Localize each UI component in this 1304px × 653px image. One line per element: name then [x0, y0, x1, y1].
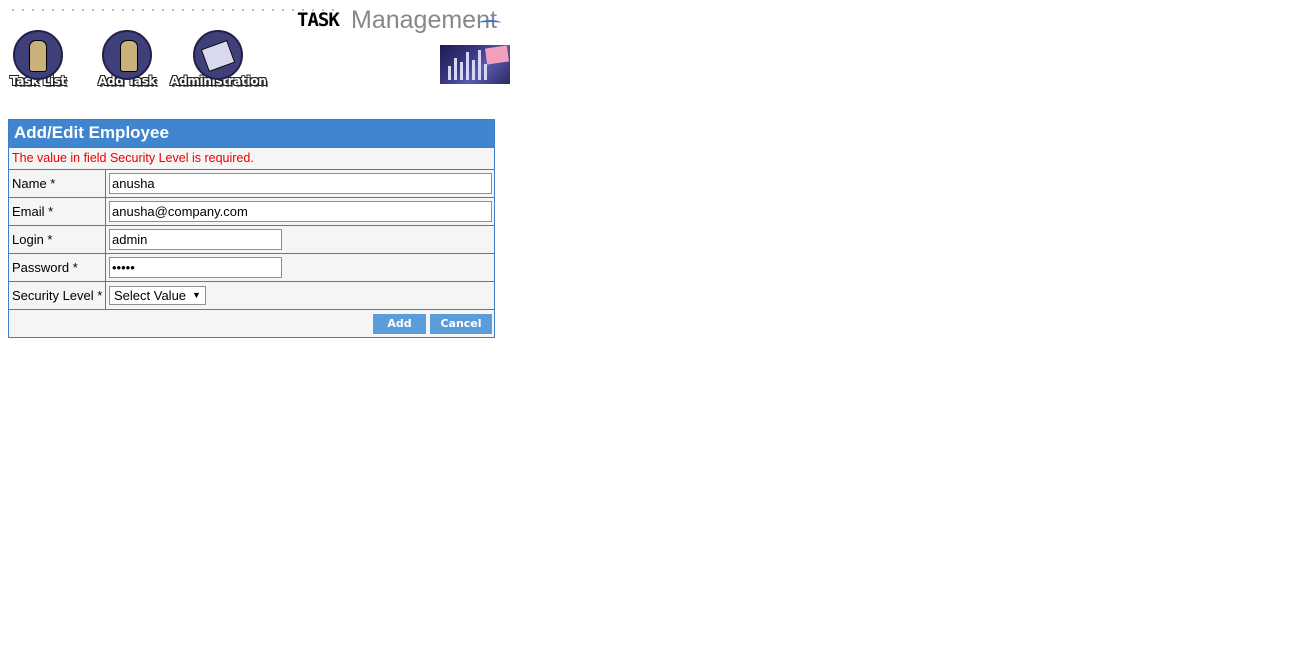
security-level-selected: Select Value [114, 288, 187, 303]
dotted-divider [8, 9, 338, 11]
document-icon [193, 30, 244, 80]
banner-image [440, 45, 510, 84]
person-icon [12, 30, 63, 80]
validation-error: The value in field Security Level is req… [9, 147, 494, 169]
form-title: Add/Edit Employee [9, 120, 494, 147]
login-input[interactable] [109, 229, 282, 250]
dropdown-arrow-icon: ▼ [192, 290, 201, 300]
nav-task-list[interactable]: Task List [10, 30, 66, 88]
cancel-button[interactable]: Cancel [430, 313, 492, 334]
security-level-label: Security Level * [9, 282, 106, 309]
password-label: Password * [9, 254, 106, 281]
name-input[interactable] [109, 173, 492, 194]
login-label: Login * [9, 226, 106, 253]
name-row: Name * [9, 169, 494, 197]
nav-add-task[interactable]: Add Task [98, 30, 156, 88]
login-row: Login * [9, 225, 494, 253]
security-level-row: Security Level * Select Value ▼ [9, 281, 494, 309]
email-input[interactable] [109, 201, 492, 222]
security-level-select[interactable]: Select Value ▼ [109, 286, 206, 305]
logo-management-text: Management [351, 6, 497, 34]
password-input[interactable] [109, 257, 282, 278]
add-button[interactable]: Add [373, 313, 426, 334]
email-label: Email * [9, 198, 106, 225]
email-row: Email * [9, 197, 494, 225]
password-row: Password * [9, 253, 494, 281]
employee-form: Add/Edit Employee The value in field Sec… [8, 119, 495, 338]
nav-administration[interactable]: Administration [170, 30, 267, 88]
button-row: Add Cancel [9, 309, 494, 337]
logo-swoosh-icon [479, 20, 501, 26]
name-label: Name * [9, 170, 106, 197]
person-computer-icon [102, 30, 153, 80]
logo-task-text: TASK [297, 9, 340, 31]
